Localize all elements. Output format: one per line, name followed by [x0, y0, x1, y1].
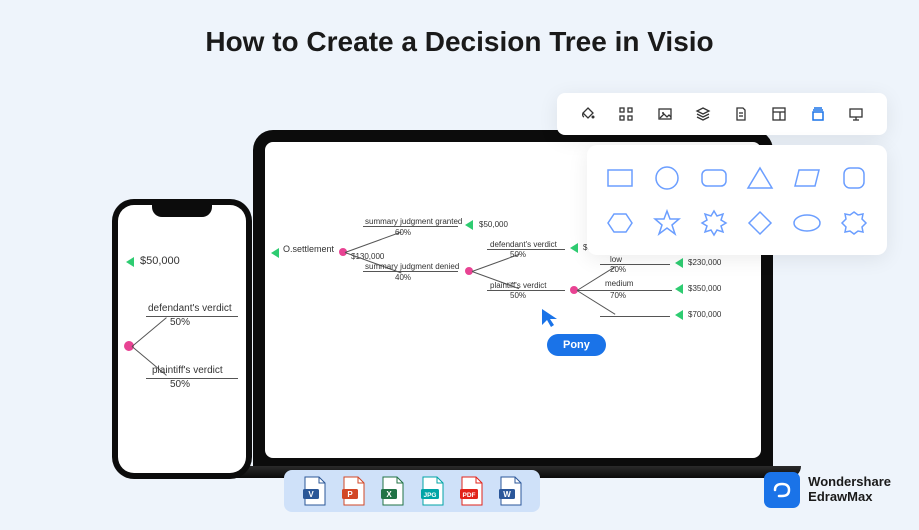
library-icon[interactable]: [809, 105, 827, 123]
export-excel[interactable]: X: [379, 476, 405, 506]
svg-text:JPG: JPG: [423, 492, 436, 499]
tree-leaf-icon: [126, 257, 134, 267]
tree-edge: [146, 378, 238, 379]
branch-label: medium: [605, 279, 633, 288]
cursor-icon: [540, 307, 562, 329]
shape-rounded-square[interactable]: [834, 159, 873, 196]
presentation-icon[interactable]: [847, 105, 865, 123]
branch-pct: 50%: [170, 379, 190, 390]
layout-icon[interactable]: [770, 105, 788, 123]
tree-edge: [146, 316, 238, 317]
shape-seal[interactable]: [834, 204, 873, 241]
svg-text:P: P: [347, 490, 353, 499]
export-visio[interactable]: V: [301, 476, 327, 506]
logo-mark-icon: [764, 472, 800, 508]
tree-edge: [487, 290, 565, 291]
fill-icon[interactable]: [579, 105, 597, 123]
export-jpg[interactable]: JPG: [419, 476, 445, 506]
logo-line1: Wondershare: [808, 475, 891, 490]
leaf-value: $50,000: [479, 220, 508, 229]
branch-label: summary judgment granted: [365, 217, 462, 226]
branch-pct: 70%: [610, 291, 626, 300]
shapes-panel: [587, 145, 887, 255]
svg-text:W: W: [504, 490, 512, 499]
branch-pct: 50%: [510, 250, 526, 259]
phone-notch: [152, 205, 212, 217]
shape-triangle[interactable]: [741, 159, 780, 196]
branch-label: plaintiff's verdict: [152, 365, 223, 376]
brand-logo: Wondershare EdrawMax: [764, 472, 891, 508]
leaf-value: $350,000: [688, 284, 721, 293]
layers-icon[interactable]: [694, 105, 712, 123]
tree-edge: [132, 317, 167, 347]
tree-leaf-icon: [675, 258, 683, 268]
tree-leaf-icon: [675, 284, 683, 294]
tree-edge: [363, 271, 458, 272]
page-title: How to Create a Decision Tree in Visio: [0, 0, 919, 58]
phone-screen: $50,000 defendant's verdict 50% plaintif…: [118, 205, 246, 473]
tree-edge: [487, 249, 565, 250]
shape-ellipse[interactable]: [788, 204, 827, 241]
phone-value: $50,000: [140, 255, 180, 267]
branch-label: defendant's verdict: [490, 240, 557, 249]
svg-text:PDF: PDF: [462, 492, 475, 499]
tree-edge: [345, 232, 402, 253]
tree-edge: [363, 226, 458, 227]
tree-edge: [600, 316, 670, 317]
branch-pct: 50%: [170, 317, 190, 328]
export-pdf[interactable]: PDF: [458, 476, 484, 506]
leaf-value: $230,000: [688, 258, 721, 267]
shape-hexagon[interactable]: [601, 204, 640, 241]
tree-leaf-icon: [465, 220, 473, 230]
shape-rounded-rect[interactable]: [694, 159, 733, 196]
shape-rectangle[interactable]: [601, 159, 640, 196]
export-word[interactable]: W: [497, 476, 523, 506]
branch-pct: 60%: [395, 228, 411, 237]
branch-label: low: [610, 255, 622, 264]
export-powerpoint[interactable]: P: [340, 476, 366, 506]
tree-leaf-icon: [675, 310, 683, 320]
tree-edge: [600, 264, 670, 265]
shape-burst[interactable]: [694, 204, 733, 241]
logo-line2: EdrawMax: [808, 490, 891, 505]
branch-pct: 50%: [510, 291, 526, 300]
phone-frame: $50,000 defendant's verdict 50% plaintif…: [112, 199, 252, 479]
svg-text:X: X: [387, 490, 393, 499]
branch-pct: 40%: [395, 273, 411, 282]
shape-diamond[interactable]: [741, 204, 780, 241]
export-bar: V P X JPG PDF W: [284, 470, 540, 512]
leaf-value: $700,000: [688, 310, 721, 319]
branch-label: summary judgment denied: [365, 262, 459, 271]
branch-label: plaintiff's verdict: [490, 281, 547, 290]
shape-star[interactable]: [648, 204, 687, 241]
pony-badge[interactable]: Pony: [547, 334, 606, 356]
branch-label: defendant's verdict: [148, 303, 232, 314]
logo-text: Wondershare EdrawMax: [808, 475, 891, 505]
shape-circle[interactable]: [648, 159, 687, 196]
branch-pct: 20%: [610, 265, 626, 274]
tree-leaf-icon: [271, 248, 279, 258]
shape-parallelogram[interactable]: [788, 159, 827, 196]
tree-leaf-icon: [570, 243, 578, 253]
svg-text:V: V: [308, 490, 314, 499]
grid-icon[interactable]: [617, 105, 635, 123]
root-label: O.settlement: [283, 244, 334, 254]
page-icon[interactable]: [732, 105, 750, 123]
image-icon[interactable]: [656, 105, 674, 123]
toolbar: [557, 93, 887, 135]
